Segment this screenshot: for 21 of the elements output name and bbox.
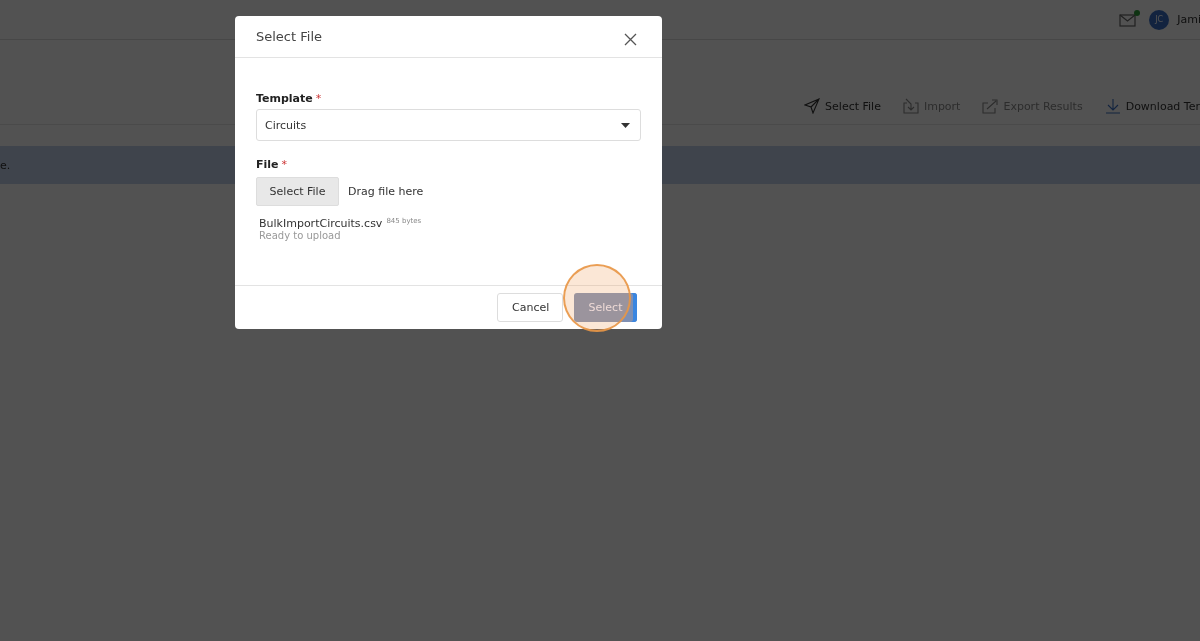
select-file-button[interactable]: Select File bbox=[256, 177, 339, 206]
export-icon bbox=[982, 98, 999, 114]
template-dropdown[interactable]: Circuits bbox=[256, 109, 641, 141]
template-label: Template bbox=[256, 92, 313, 105]
upload-status: Ready to upload bbox=[259, 230, 342, 241]
drop-hint: Drag file here bbox=[348, 185, 424, 198]
banner-text: e. bbox=[0, 158, 11, 172]
toolbar-button[interactable]: Download Ter bbox=[1104, 98, 1200, 114]
required-mark: * bbox=[281, 158, 287, 171]
select-button[interactable]: Select bbox=[574, 293, 637, 322]
send-icon bbox=[804, 98, 821, 114]
caret-icon bbox=[621, 122, 630, 128]
required-mark: * bbox=[315, 92, 322, 105]
dialog-title: Select File bbox=[256, 29, 322, 44]
toolbar-button[interactable]: Select File bbox=[804, 98, 881, 114]
file-label: File bbox=[256, 158, 279, 171]
user-name[interactable]: Jami bbox=[1177, 13, 1200, 26]
download-icon bbox=[1104, 98, 1121, 114]
file-name: BulkImportCircuits.csv bbox=[259, 217, 383, 230]
import-icon bbox=[902, 98, 919, 114]
cancel-button[interactable]: Cancel bbox=[497, 293, 563, 322]
